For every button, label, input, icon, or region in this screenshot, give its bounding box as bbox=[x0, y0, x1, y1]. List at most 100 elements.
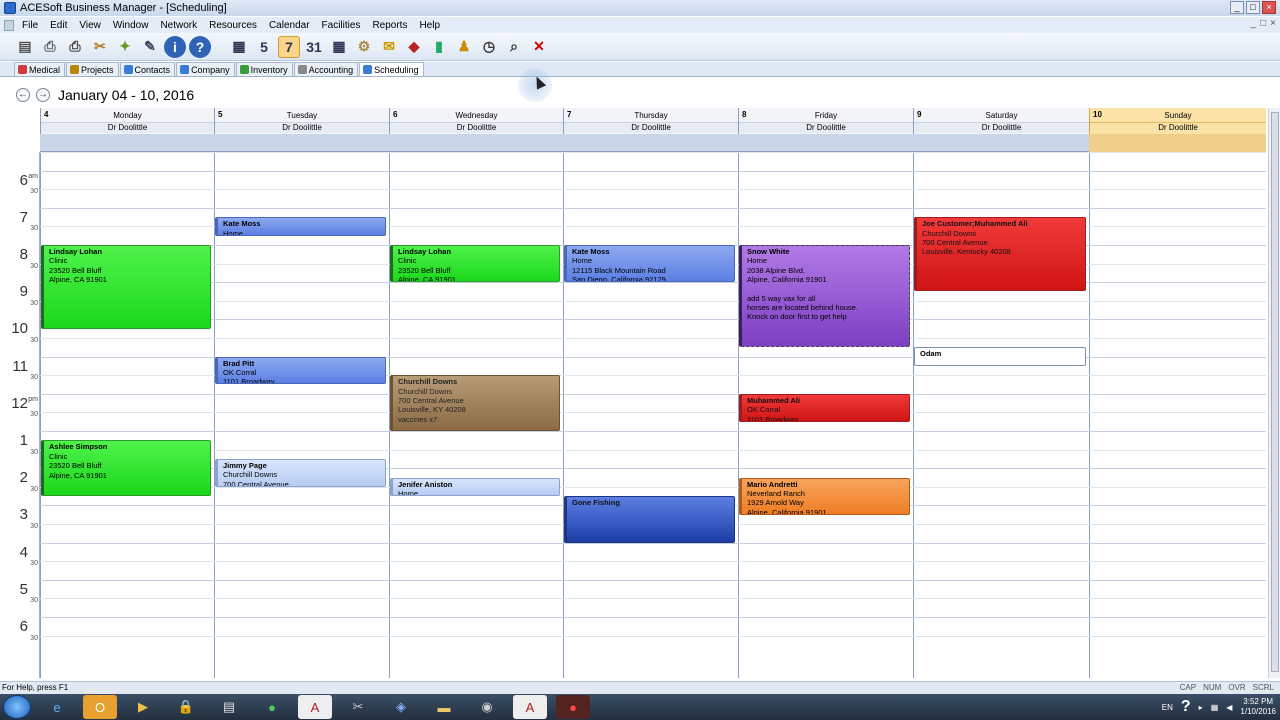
appointment[interactable]: Gone Fishing bbox=[564, 496, 735, 543]
start-button[interactable] bbox=[3, 695, 31, 719]
mdi-close-button[interactable]: × bbox=[1270, 18, 1276, 29]
tab-scheduling[interactable]: Scheduling bbox=[359, 62, 424, 76]
shield-task-icon[interactable]: ◈ bbox=[384, 695, 418, 719]
media-player-icon[interactable]: ▶ bbox=[126, 695, 160, 719]
print-preview-icon[interactable]: ▤ bbox=[14, 36, 36, 58]
tools-task-icon[interactable]: ✂ bbox=[341, 695, 375, 719]
menu-view[interactable]: View bbox=[73, 20, 107, 31]
timeline-view-icon[interactable]: ▦ bbox=[328, 36, 350, 58]
all-day-row[interactable] bbox=[40, 134, 1266, 152]
resources-icon[interactable]: ⚙ bbox=[353, 36, 375, 58]
scrollbar-thumb[interactable] bbox=[1271, 112, 1279, 672]
ace-app-active-icon[interactable]: A bbox=[513, 695, 547, 719]
mail-icon[interactable]: ✉ bbox=[378, 36, 400, 58]
clock[interactable]: 3:52 PM 1/10/2016 bbox=[1240, 697, 1276, 717]
appointment[interactable]: Joe Customer;Muhammed Ali Churchill Downs… bbox=[914, 217, 1086, 292]
appointment[interactable]: Jenifer AnistonHome6322 El Cajon Blvd bbox=[390, 477, 560, 497]
ie-icon[interactable]: e bbox=[40, 695, 74, 719]
appointment[interactable]: Kate MossHome12115 Black Mountain RoadSa… bbox=[215, 217, 386, 236]
help-icon[interactable]: ? bbox=[189, 35, 211, 58]
appointment[interactable]: Lindsay Lohan Clinic 23520 Bell Bluff Alpin… bbox=[390, 245, 560, 283]
menu-reports[interactable]: Reports bbox=[366, 20, 413, 31]
menu-resources[interactable]: Resources bbox=[203, 20, 263, 31]
indicator-cap: CAP bbox=[1179, 683, 1197, 692]
tab-medical[interactable]: Medical bbox=[14, 62, 66, 76]
mdi-restore-button[interactable]: □ bbox=[1260, 18, 1266, 29]
appointment[interactable]: Mario Andretti Neverland Ranch 1929 Arnold… bbox=[739, 477, 910, 515]
edit-icon[interactable]: ✎ bbox=[139, 36, 161, 58]
tab-accounting[interactable]: Accounting bbox=[293, 62, 359, 76]
info-icon[interactable]: i bbox=[164, 35, 186, 58]
day-header-thursday[interactable]: 7 Thursday Dr Doolittle bbox=[563, 108, 738, 134]
hour-number: 3 bbox=[19, 506, 28, 524]
week-calendar-grid[interactable]: 6 am 30 7 30 8 30 9 30 10 30 11 30 12 pm 30 1 30 2 30 3 30 4 30… bbox=[0, 108, 1268, 678]
tab-inventory[interactable]: Inventory bbox=[235, 62, 293, 76]
tab-contacts[interactable]: Contacts bbox=[119, 62, 176, 76]
clock-icon[interactable]: ◷ bbox=[478, 36, 500, 58]
day-header-friday[interactable]: 8 Friday Dr Doolittle bbox=[738, 108, 913, 134]
next-week-button[interactable]: → bbox=[36, 88, 50, 102]
today-all-day-cell[interactable] bbox=[1089, 134, 1266, 152]
menu-file[interactable]: File bbox=[16, 20, 44, 31]
network-icon[interactable]: ▦ bbox=[1211, 703, 1219, 712]
minimize-button[interactable]: _ bbox=[1230, 1, 1244, 14]
outlook-icon[interactable]: O bbox=[83, 695, 117, 719]
print-icon[interactable]: ⎙ bbox=[64, 36, 86, 58]
mdi-minimize-button[interactable]: _ bbox=[1251, 18, 1257, 29]
user-icon[interactable]: ♟ bbox=[453, 36, 475, 58]
wizard-icon[interactable]: ✦ bbox=[114, 36, 136, 58]
zoom-icon[interactable]: ⌕ bbox=[503, 36, 525, 58]
camera-icon[interactable]: ◉ bbox=[470, 695, 504, 719]
green-app-icon[interactable]: ● bbox=[255, 695, 289, 719]
appointment[interactable]: Churchill Downs Churchill Downs 700 Centra… bbox=[390, 375, 560, 431]
appointment[interactable]: Muhammed AliOK Corral1101 BroadwayChula … bbox=[739, 393, 910, 422]
maximize-button[interactable]: □ bbox=[1246, 1, 1260, 14]
menu-calendar[interactable]: Calendar bbox=[263, 20, 316, 31]
week-view-icon[interactable]: 7 bbox=[278, 35, 300, 58]
day-header-tuesday[interactable]: 5 Tuesday Dr Doolittle bbox=[214, 108, 389, 134]
prev-week-button[interactable]: ← bbox=[16, 88, 30, 102]
help-tray-icon[interactable]: ? bbox=[1181, 698, 1191, 716]
appointment[interactable]: Kate MossHome12115 Black Mountain RoadSa… bbox=[564, 245, 735, 283]
recorder-icon[interactable]: ● bbox=[556, 695, 590, 719]
language-indicator[interactable]: EN bbox=[1162, 703, 1173, 712]
day-header-sunday[interactable]: 10 Sunday Dr Doolittle bbox=[1089, 108, 1266, 134]
appointment[interactable]: Jimmy Page Churchill Downs 700 Central Ave… bbox=[215, 458, 386, 487]
book-icon[interactable]: ▮ bbox=[428, 36, 450, 58]
company-icon bbox=[180, 65, 190, 74]
menu-edit[interactable]: Edit bbox=[44, 20, 73, 31]
volume-icon[interactable]: ◀ bbox=[1226, 703, 1232, 712]
appointment[interactable]: Brad PittOK Corral1101 BroadwayChula Vis… bbox=[215, 356, 386, 385]
day-view-icon[interactable]: ▦ bbox=[228, 36, 250, 58]
tab-projects[interactable]: Projects bbox=[66, 62, 119, 76]
ace-app-icon[interactable]: A bbox=[298, 695, 332, 719]
day-header-wednesday[interactable]: 6 Wednesday Dr Doolittle bbox=[389, 108, 563, 134]
close-button[interactable]: × bbox=[1262, 1, 1276, 14]
menu-window[interactable]: Window bbox=[107, 20, 155, 31]
notepad-icon[interactable]: ▤ bbox=[212, 695, 246, 719]
menu-network[interactable]: Network bbox=[154, 20, 203, 31]
lock-icon[interactable]: 🔒 bbox=[169, 695, 203, 719]
tab-company[interactable]: Company bbox=[176, 62, 235, 76]
folder-icon[interactable]: ▬ bbox=[427, 695, 461, 719]
appointment[interactable]: Ashlee Simpson Clinic 23520 Bell Bluff Alpi… bbox=[41, 440, 211, 497]
half-hour-label: 30 bbox=[30, 597, 38, 605]
tray-arrow-icon[interactable]: ▸ bbox=[1199, 703, 1203, 712]
delete-icon[interactable]: ✕ bbox=[528, 36, 550, 58]
appointment[interactable]: Snow White Home 2038 Alpine Blvd. Alpine, C… bbox=[739, 245, 910, 348]
day-header-monday[interactable]: 4 Monday Dr Doolittle bbox=[40, 108, 214, 134]
resource-label: Dr Doolittle bbox=[41, 122, 214, 133]
menu-facilities[interactable]: Facilities bbox=[316, 20, 367, 31]
tag-icon[interactable]: ◆ bbox=[403, 36, 425, 58]
menu-help[interactable]: Help bbox=[413, 20, 446, 31]
time-gridline bbox=[40, 449, 1266, 451]
workweek-view-icon[interactable]: 5 bbox=[253, 36, 275, 58]
fax-icon[interactable]: ⎙ bbox=[39, 36, 61, 58]
day-header-saturday[interactable]: 9 Saturday Dr Doolittle bbox=[913, 108, 1089, 134]
tools-icon[interactable]: ✂ bbox=[89, 36, 111, 58]
indicator-scrl: SCRL bbox=[1252, 683, 1274, 692]
appointment[interactable]: Lindsay Lohan Clinic 23520 Bell Bluff Alpin… bbox=[41, 245, 211, 329]
appointment[interactable]: Odam bbox=[914, 347, 1086, 366]
month-view-icon[interactable]: 31 bbox=[303, 36, 325, 58]
vertical-scrollbar[interactable] bbox=[1268, 108, 1280, 678]
